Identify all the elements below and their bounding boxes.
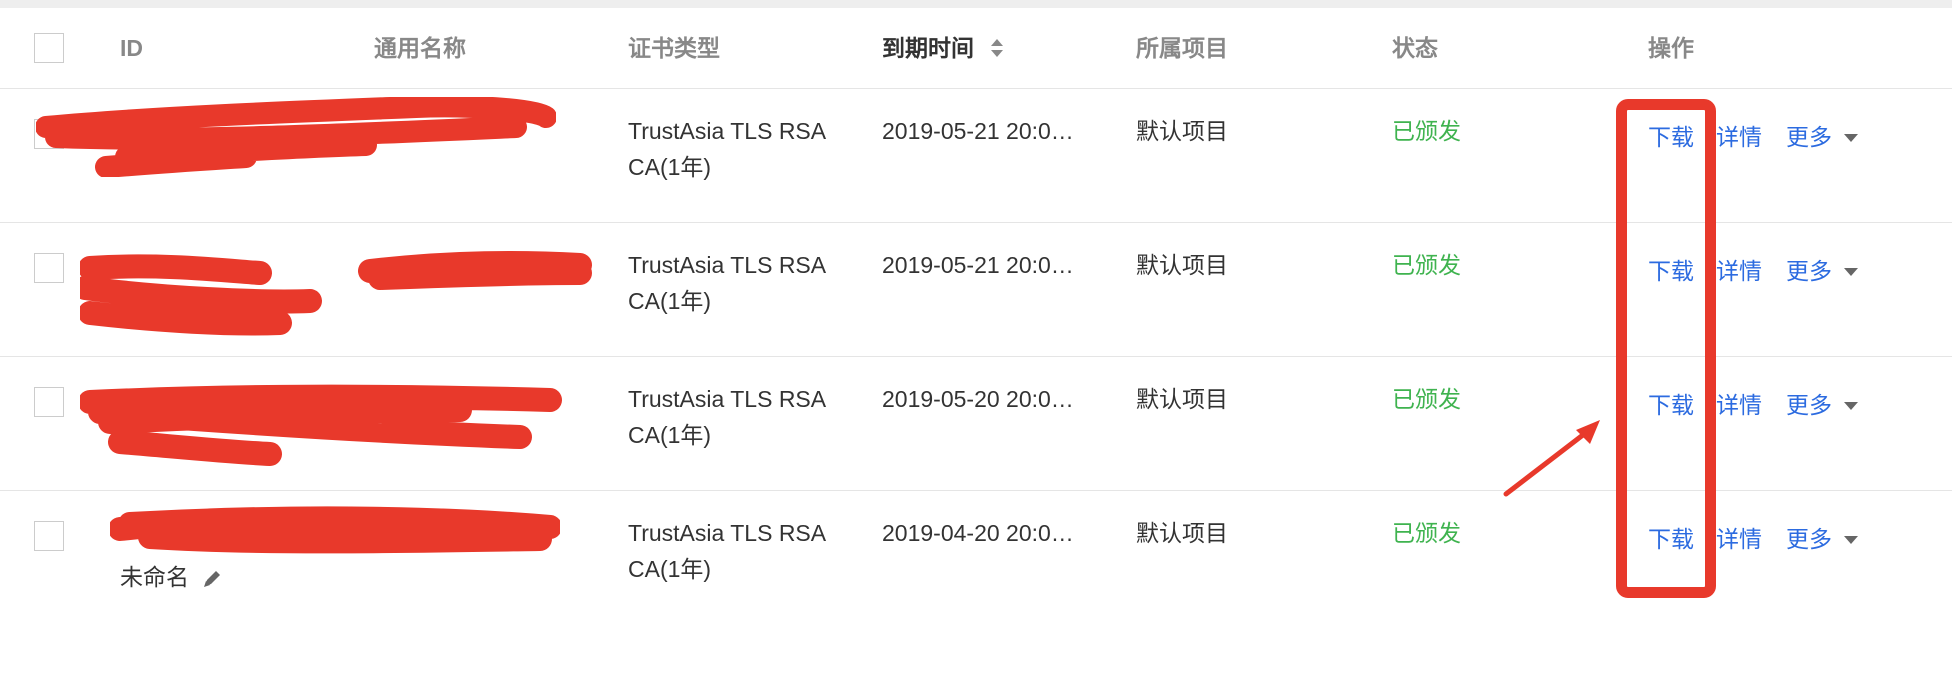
row-checkbox[interactable] [34, 521, 64, 551]
row-checkbox[interactable] [34, 119, 64, 149]
row-checkbox[interactable] [34, 387, 64, 417]
details-link[interactable]: 详情 [1716, 119, 1762, 155]
row-checkbox[interactable] [34, 253, 64, 283]
cert-remark: 未命名 [120, 564, 189, 590]
chevron-down-icon [1844, 133, 1858, 142]
header-expiry-label: 到期时间 [882, 35, 974, 61]
header-project: 所属项目 [1136, 35, 1228, 61]
header-status: 状态 [1392, 35, 1438, 61]
details-link[interactable]: 详情 [1716, 253, 1762, 289]
redaction-scribble [80, 384, 562, 466]
select-all-checkbox[interactable] [34, 33, 64, 63]
header-name: 通用名称 [374, 35, 466, 61]
cert-type-line2: CA(1年) [628, 556, 712, 582]
download-link[interactable]: 下载 [1648, 253, 1694, 289]
certificate-list-page: ID 通用名称 证书类型 到期时间 所属项目 状态 操作 TrustAsia T… [0, 0, 1952, 682]
more-label: 更多 [1786, 258, 1832, 284]
more-dropdown[interactable]: 更多 [1786, 253, 1858, 289]
redaction-scribble [36, 97, 556, 177]
status-badge: 已颁发 [1392, 118, 1461, 144]
more-dropdown[interactable]: 更多 [1786, 119, 1858, 155]
expiry-time: 2019-05-21 20:0… [882, 118, 1074, 144]
status-badge: 已颁发 [1392, 252, 1461, 278]
project-name: 默认项目 [1136, 386, 1228, 412]
header-ops: 操作 [1648, 35, 1694, 61]
download-link[interactable]: 下载 [1648, 119, 1694, 155]
cert-type-line2: CA(1年) [628, 154, 712, 180]
cert-type-line2: CA(1年) [628, 288, 712, 314]
more-label: 更多 [1786, 526, 1832, 552]
header-type: 证书类型 [628, 35, 720, 61]
cert-id: 未命名 [120, 559, 350, 595]
top-divider [0, 0, 1952, 8]
redaction-scribble [110, 506, 560, 554]
more-dropdown[interactable]: 更多 [1786, 387, 1858, 423]
header-id: ID [120, 35, 143, 61]
chevron-down-icon [1844, 535, 1858, 544]
certificate-table: ID 通用名称 证书类型 到期时间 所属项目 状态 操作 TrustAsia T… [0, 8, 1952, 625]
table-row: TrustAsia TLS RSA CA(1年) 2019-05-21 20:0… [0, 223, 1952, 357]
cert-type-line1: TrustAsia TLS RSA [628, 252, 827, 278]
cert-type-line1: TrustAsia TLS RSA [628, 520, 827, 546]
cert-type: TrustAsia TLS RSA CA(1年) [628, 247, 858, 319]
chevron-down-icon [1844, 401, 1858, 410]
details-link[interactable]: 详情 [1716, 521, 1762, 557]
details-link[interactable]: 详情 [1716, 387, 1762, 423]
download-link[interactable]: 下载 [1648, 387, 1694, 423]
project-name: 默认项目 [1136, 520, 1228, 546]
status-badge: 已颁发 [1392, 520, 1461, 546]
expiry-time: 2019-04-20 20:0… [882, 520, 1074, 546]
expiry-time: 2019-05-21 20:0… [882, 252, 1074, 278]
cert-type-line1: TrustAsia TLS RSA [628, 386, 827, 412]
more-label: 更多 [1786, 124, 1832, 150]
table-row: TrustAsia TLS RSA CA(1年) 2019-05-20 20:0… [0, 357, 1952, 491]
more-label: 更多 [1786, 392, 1832, 418]
header-expiry[interactable]: 到期时间 [882, 30, 1004, 66]
table-header: ID 通用名称 证书类型 到期时间 所属项目 状态 操作 [0, 8, 1952, 89]
expiry-time: 2019-05-20 20:0… [882, 386, 1074, 412]
cert-type: TrustAsia TLS RSA CA(1年) [628, 113, 858, 185]
cert-type-line2: CA(1年) [628, 422, 712, 448]
status-badge: 已颁发 [1392, 386, 1461, 412]
project-name: 默认项目 [1136, 118, 1228, 144]
edit-icon[interactable] [201, 568, 223, 590]
more-dropdown[interactable]: 更多 [1786, 521, 1858, 557]
redaction-scribble [80, 251, 592, 336]
cert-type: TrustAsia TLS RSA CA(1年) [628, 515, 858, 587]
table-row: 未命名 TrustAsia TLS RSA CA(1年) 2019-04-20 … [0, 491, 1952, 625]
cert-type-line1: TrustAsia TLS RSA [628, 118, 827, 144]
chevron-down-icon [1844, 267, 1858, 276]
download-link[interactable]: 下载 [1648, 521, 1694, 557]
project-name: 默认项目 [1136, 252, 1228, 278]
cert-type: TrustAsia TLS RSA CA(1年) [628, 381, 858, 453]
sort-icon[interactable] [990, 38, 1004, 58]
table-row: TrustAsia TLS RSA CA(1年) 2019-05-21 20:0… [0, 89, 1952, 223]
